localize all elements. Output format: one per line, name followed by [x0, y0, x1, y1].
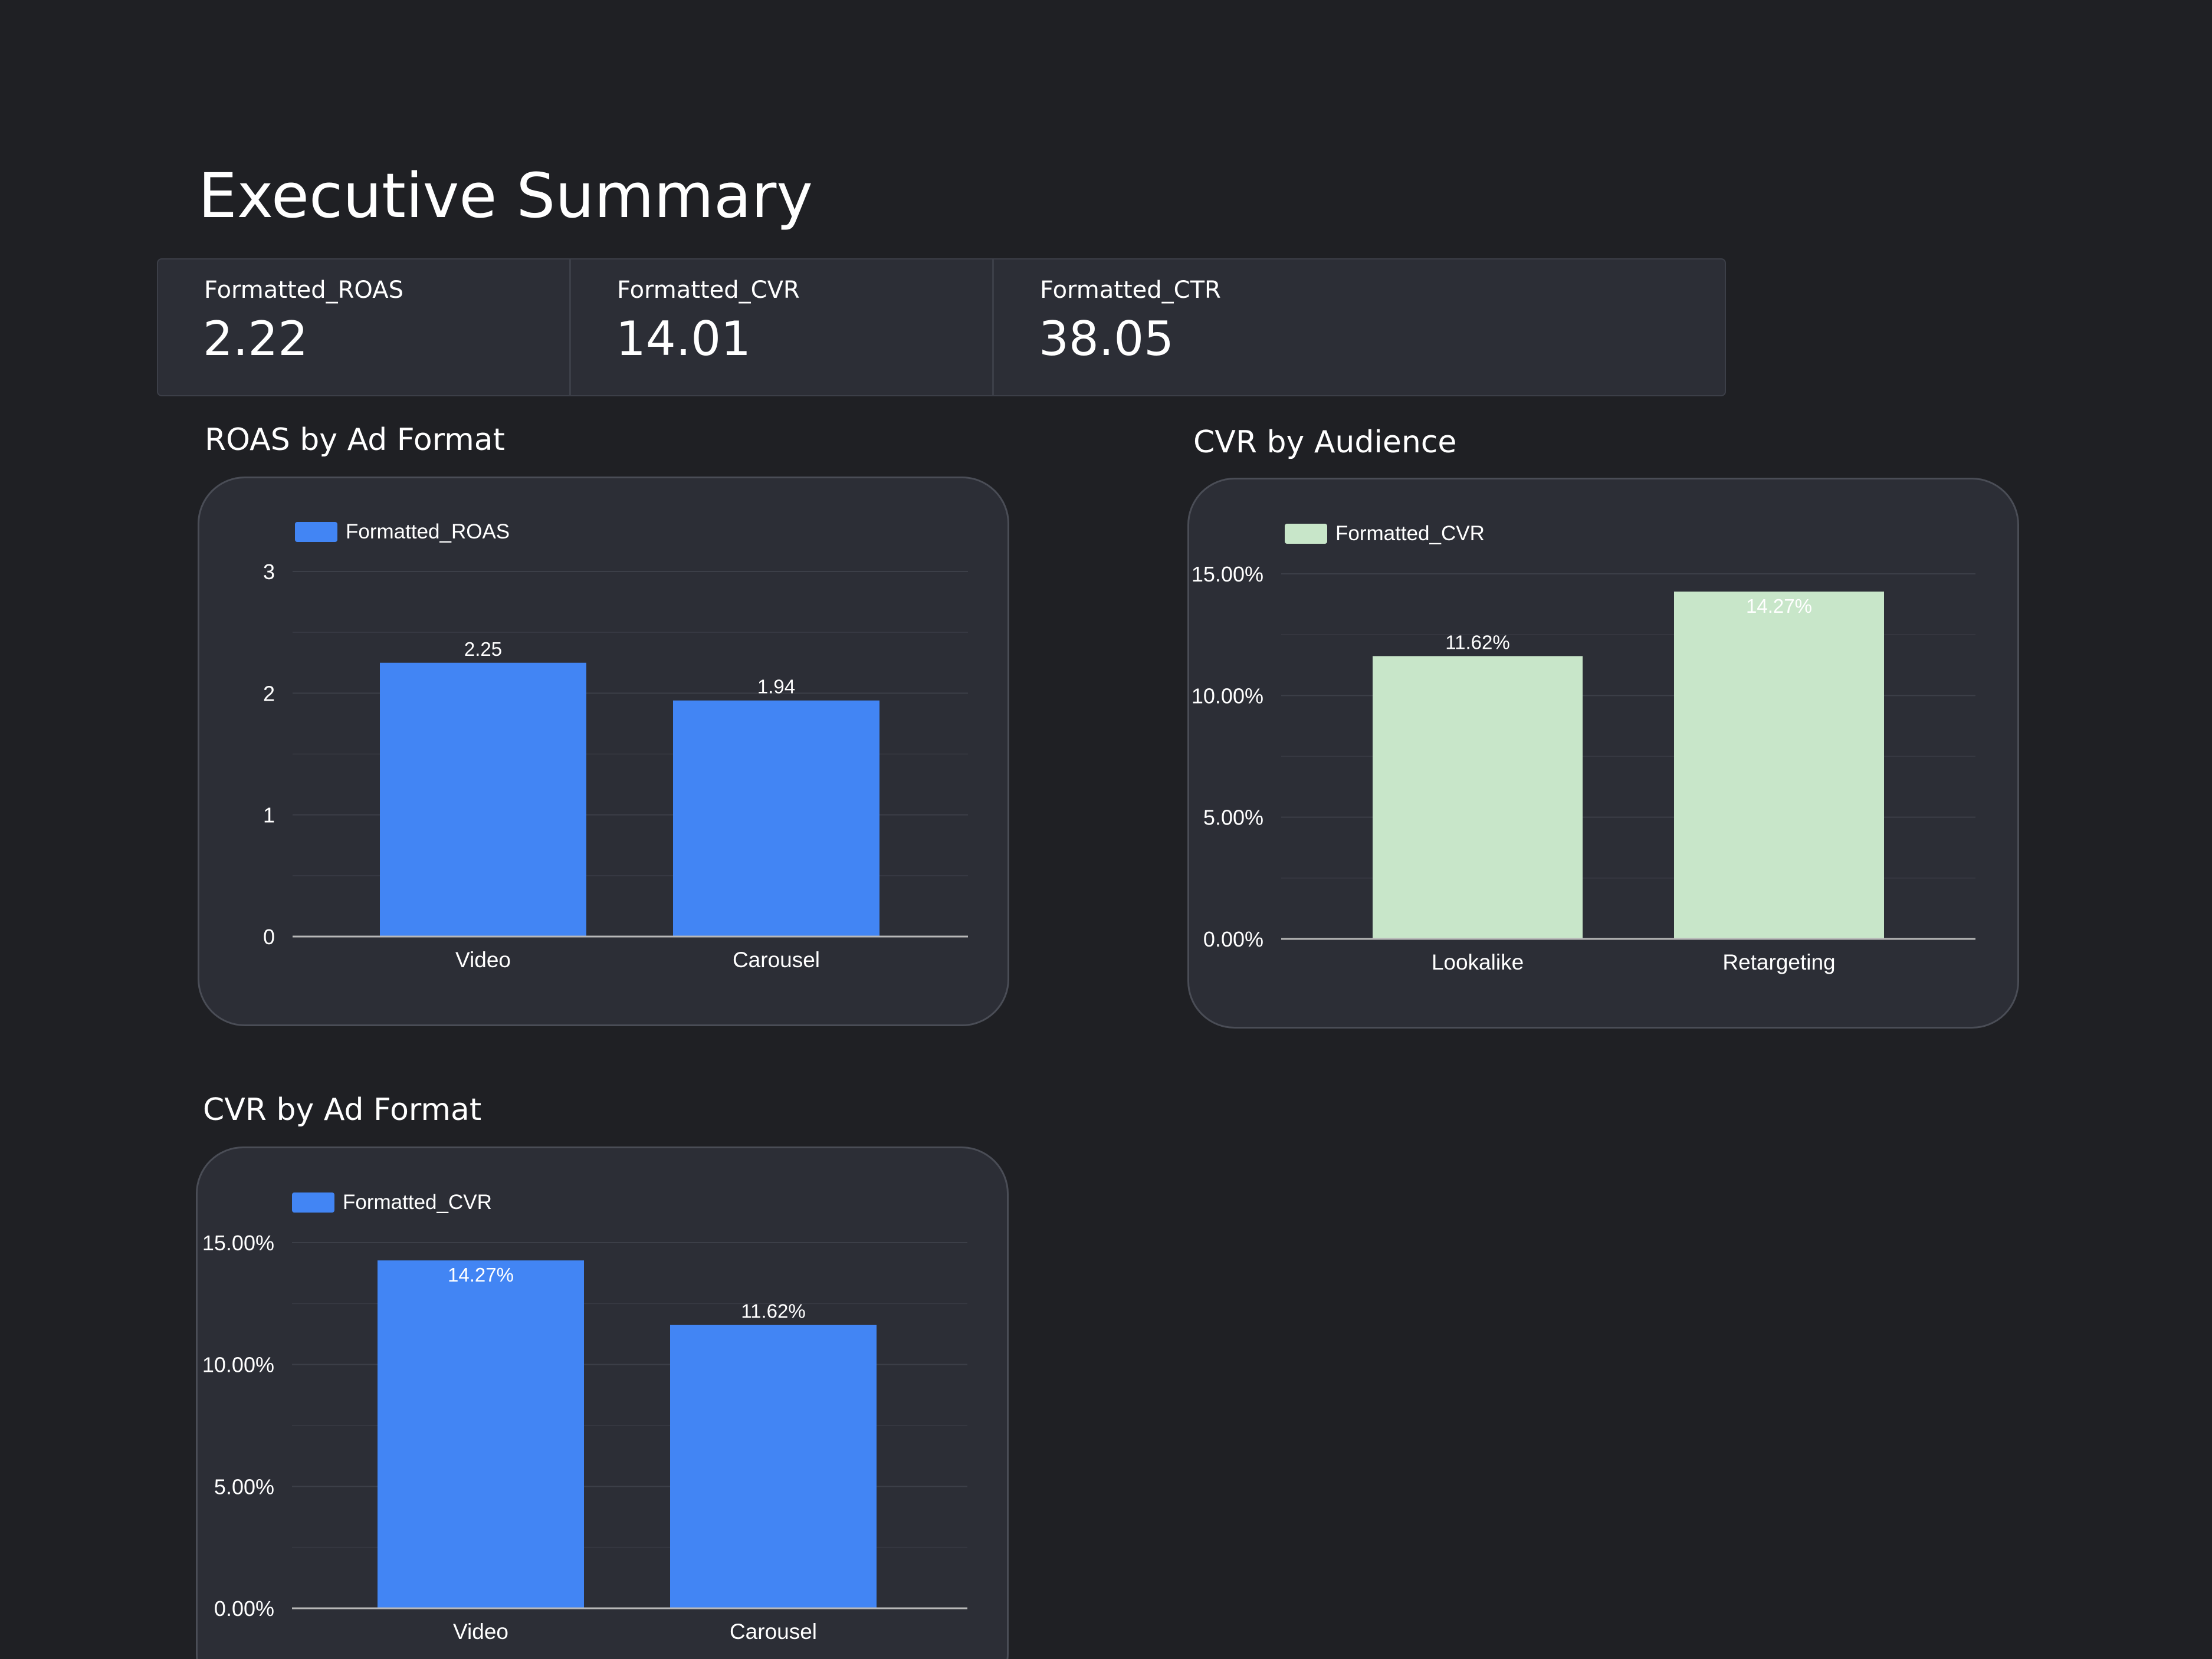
data-label: 2.25	[464, 638, 502, 660]
data-label: 11.62%	[1445, 631, 1509, 653]
x-tick-label: Video	[455, 948, 511, 972]
y-tick-label: 0.00%	[1203, 927, 1263, 951]
bar-chart-cvr-by-ad-format: 0.00% 5.00% 10.00% 15.00% 14.27% Video 11.62% C…	[202, 1231, 967, 1644]
chart-title-cvr-by-audience: CVR by Audience	[1193, 425, 1457, 460]
kpi-label: Formatted_CVR	[617, 277, 800, 304]
y-tick-label: 15.00%	[1192, 562, 1263, 586]
y-tick-label: 2	[263, 681, 275, 705]
data-label: 14.27%	[448, 1264, 514, 1286]
y-tick-label: 10.00%	[1192, 684, 1263, 708]
kpi-scorecard-strip: Formatted_ROAS 2.22 Formatted_CVR 14.01 …	[157, 258, 1726, 396]
kpi-card-cvr[interactable]: Formatted_CVR 14.01	[569, 259, 992, 395]
bar-video	[378, 1260, 584, 1608]
data-label: 1.94	[757, 676, 795, 698]
chart-title-cvr-by-ad-format: CVR by Ad Format	[203, 1092, 482, 1128]
y-tick-label: 15.00%	[202, 1231, 274, 1255]
page-title: Executive Summary	[198, 160, 813, 232]
x-tick-label: Carousel	[730, 1619, 817, 1644]
bar-carousel	[673, 700, 879, 937]
chart-card-cvr-by-audience[interactable]: Formatted_CVR 0.00% 5.00% 10.00% 15.00% 11.6…	[1187, 478, 2019, 1029]
bar-carousel	[670, 1325, 877, 1608]
dashboard-page: Executive Summary Formatted_ROAS 2.22 Fo…	[0, 0, 2212, 1659]
y-tick-label: 0.00%	[214, 1596, 274, 1621]
kpi-card-ctr[interactable]: Formatted_CTR 38.05	[992, 259, 1725, 395]
y-tick-label: 3	[263, 560, 275, 584]
chart-title-roas-by-ad-format: ROAS by Ad Format	[205, 422, 506, 458]
bar-chart-roas-by-ad-format: 0 1 2 3 2.25 Video 1.94 Carousel	[263, 560, 968, 972]
y-tick-label: 5.00%	[1203, 806, 1263, 830]
chart-card-roas-by-ad-format[interactable]: Formatted_ROAS 0 1 2 3 2.25 Video 1.94 Carousel	[198, 477, 1009, 1026]
y-tick-label: 5.00%	[214, 1474, 274, 1499]
chart-card-cvr-by-ad-format[interactable]: Formatted_CVR 0.00% 5.00% 10.00% 15.00% 14.2…	[196, 1146, 1009, 1659]
y-tick-label: 10.00%	[202, 1353, 274, 1377]
kpi-card-roas[interactable]: Formatted_ROAS 2.22	[158, 259, 569, 395]
bar-chart-cvr-by-audience: 0.00% 5.00% 10.00% 15.00% 11.62% Lookalike 14.…	[1192, 562, 1975, 974]
bar-video	[380, 662, 586, 937]
x-tick-label: Video	[453, 1619, 508, 1644]
bar-retargeting	[1674, 592, 1884, 939]
x-tick-label: Retargeting	[1722, 950, 1835, 974]
y-tick-label: 0	[263, 925, 275, 949]
data-label: 11.62%	[741, 1300, 805, 1322]
kpi-label: Formatted_ROAS	[204, 277, 403, 304]
bar-lookalike	[1373, 656, 1583, 939]
kpi-value: 14.01	[616, 311, 751, 366]
x-tick-label: Carousel	[733, 948, 820, 972]
kpi-label: Formatted_CTR	[1040, 277, 1221, 304]
x-tick-label: Lookalike	[1432, 950, 1524, 974]
y-tick-label: 1	[263, 803, 275, 827]
data-label: 14.27%	[1746, 595, 1812, 617]
kpi-value: 38.05	[1039, 311, 1174, 366]
kpi-value: 2.22	[203, 311, 309, 366]
